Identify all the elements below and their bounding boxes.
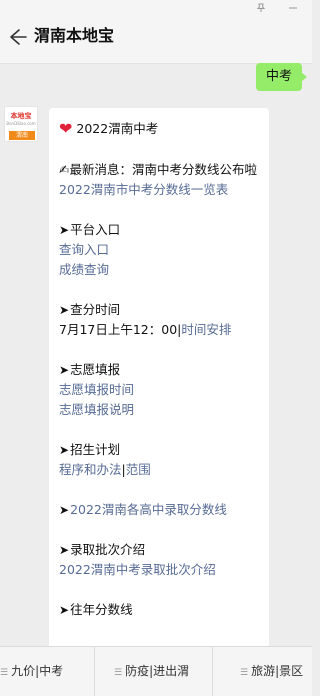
menu-item-label: 防疫|进出渭 xyxy=(125,664,190,678)
menu-divider xyxy=(94,647,95,696)
news-prefix: ✍最新消息：渭南中考分数线公布啦 xyxy=(59,162,257,177)
heart-icon: ❤ xyxy=(59,119,73,138)
enroll-row: 程序和办法|范围 xyxy=(59,460,259,480)
arrow-icon: ➤ xyxy=(59,503,70,517)
avatar[interactable]: 本地宝 BenDiBao.com 渭南 xyxy=(4,106,38,142)
score-time-link[interactable]: 时间安排 xyxy=(181,322,231,337)
volunteer-heading-text: 志愿填报 xyxy=(70,362,121,377)
enroll-heading-text: 招生计划 xyxy=(70,442,121,457)
menu-item-vaccine-exam[interactable]: ☰ 九价|中考 xyxy=(0,647,63,696)
menu-divider xyxy=(212,647,213,696)
batch-heading: ➤录取批次介绍 xyxy=(59,540,259,560)
sent-message-bubble: 中考 xyxy=(255,63,308,91)
score-time-heading-text: 查分时间 xyxy=(70,302,121,317)
menu-item-epidemic[interactable]: ☰ 防疫|进出渭 xyxy=(114,647,189,696)
platform-heading-text: 平台入口 xyxy=(70,222,121,237)
platform-link-score[interactable]: 成绩查询 xyxy=(59,260,259,280)
volunteer-link-guide[interactable]: 志愿填报说明 xyxy=(59,400,259,420)
back-arrow-icon[interactable] xyxy=(8,26,28,48)
volunteer-heading: ➤志愿填报 xyxy=(59,360,259,380)
enroll-link-procedure[interactable]: 程序和办法 xyxy=(59,462,122,477)
news-link[interactable]: 2022渭南市中考分数线一览表 xyxy=(59,182,228,197)
menu-item-label: 九价|中考 xyxy=(11,664,64,678)
platform-heading: ➤平台入口 xyxy=(59,220,259,240)
score-time-heading: ➤查分时间 xyxy=(59,300,259,320)
enroll-link-scope[interactable]: 范围 xyxy=(126,462,151,477)
arrow-icon: ➤ xyxy=(59,603,70,617)
menu-item-label: 旅游|景区 xyxy=(251,664,304,678)
arrow-icon: ➤ xyxy=(59,543,70,557)
pin-icon[interactable] xyxy=(256,3,266,17)
platform-link-query[interactable]: 查询入口 xyxy=(59,240,259,260)
avatar-logo-text: 本地宝 xyxy=(10,112,32,120)
avatar-logo-sub: BenDiBao.com xyxy=(6,121,36,126)
arrow-icon: ➤ xyxy=(59,303,70,317)
arrow-icon: ➤ xyxy=(59,363,70,377)
menu-lines-icon: ☰ xyxy=(240,668,249,678)
reply-heading-row: ❤ 2022渭南中考 xyxy=(59,118,259,140)
score-time-row: 7月17日上午12：00|时间安排 xyxy=(59,320,259,340)
news-paragraph: ✍最新消息：渭南中考分数线公布啦 2022渭南市中考分数线一览表 xyxy=(59,160,259,200)
minimize-icon[interactable] xyxy=(288,3,298,17)
batch-heading-text: 录取批次介绍 xyxy=(70,542,146,557)
bottom-menu-bar: ☰ 九价|中考 ☰ 防疫|进出渭 ☰ 旅游|景区 xyxy=(0,646,312,696)
menu-lines-icon: ☰ xyxy=(0,668,9,678)
batch-link[interactable]: 2022渭南中考录取批次介绍 xyxy=(59,560,259,580)
enroll-heading: ➤招生计划 xyxy=(59,440,259,460)
menu-item-tourism[interactable]: ☰ 旅游|景区 xyxy=(240,647,303,696)
past-heading-text: 往年分数线 xyxy=(70,602,133,617)
score-time-text: 7月17日上午12：00| xyxy=(59,322,182,337)
past-heading: ➤往年分数线 xyxy=(59,600,259,620)
admission-link[interactable]: 2022渭南各高中录取分数线 xyxy=(70,502,227,517)
arrow-icon: ➤ xyxy=(59,223,70,237)
reply-heading: 2022渭南中考 xyxy=(76,121,159,136)
avatar-city-tag: 渭南 xyxy=(9,131,35,140)
page-title: 渭南本地宝 xyxy=(34,26,115,45)
menu-lines-icon: ☰ xyxy=(114,668,123,678)
volunteer-link-time[interactable]: 志愿填报时间 xyxy=(59,380,259,400)
arrow-icon: ➤ xyxy=(59,443,70,457)
title-bar: 渭南本地宝 xyxy=(0,0,312,64)
reply-message-bubble: ❤ 2022渭南中考 ✍最新消息：渭南中考分数线公布啦 2022渭南市中考分数线一… xyxy=(49,108,269,668)
admission-row: ➤2022渭南各高中录取分数线 xyxy=(59,500,259,520)
